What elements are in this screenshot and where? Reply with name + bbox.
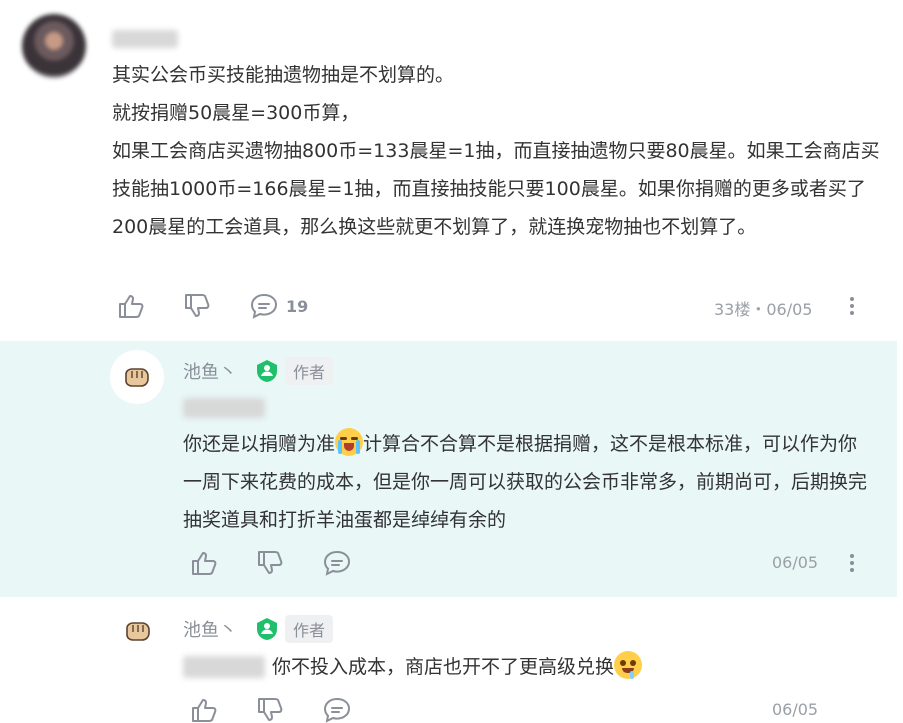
author-badge: 作者	[255, 615, 334, 643]
comment-line: 其实公会币买技能抽遗物抽是不划算的。	[112, 64, 455, 86]
thumbs-down-icon	[258, 698, 283, 721]
drooling-emoji-icon	[614, 651, 643, 679]
author-tag: 作者	[285, 615, 334, 643]
author-shield-icon	[257, 618, 277, 640]
reply-text: 你还是以捐赠为准 计算合不合算不是根据捐赠，这不是根本标准，可以作为你一周下来花费…	[183, 425, 873, 539]
dot-icon	[850, 561, 854, 565]
reply-more-options-button[interactable]	[842, 551, 862, 575]
author-tag: 作者	[285, 357, 334, 385]
comment-body: 其实公会币买技能抽遗物抽是不划算的。 就按捐赠50晨星=300币算， 如果工会商…	[112, 56, 882, 246]
dot-icon	[850, 297, 854, 301]
dot-icon	[850, 311, 854, 315]
reply-avatar[interactable]	[110, 350, 164, 404]
dot-icon	[850, 554, 854, 558]
reply-username[interactable]: 池鱼丶	[183, 358, 237, 384]
like-button[interactable]	[118, 293, 146, 319]
floor-and-date: 33楼・06/05	[714, 300, 813, 319]
reply-count: 19	[286, 296, 309, 316]
dislike-button[interactable]	[184, 293, 212, 319]
chat-bubble-icon	[323, 550, 351, 576]
reply2-text-wrap: 你不投入成本，商店也开不了更高级兑换	[272, 648, 872, 686]
dot-icon	[850, 304, 854, 308]
author-badge: 作者	[255, 357, 334, 385]
comment-line: 就按捐赠50晨星=300币算，	[112, 102, 360, 124]
comment-line: 如果工会商店买遗物抽800币=133晨星=1抽，而直接抽遗物只要80晨星。如果工…	[112, 140, 880, 238]
reply2-avatar[interactable]	[124, 620, 152, 646]
reply-like-button[interactable]	[191, 550, 219, 576]
reply2-username[interactable]: 池鱼丶	[183, 616, 237, 642]
author-shield-icon	[257, 360, 277, 382]
fist-avatar-icon	[126, 622, 150, 641]
chat-bubble-icon	[323, 697, 351, 723]
crying-emoji-icon	[335, 428, 364, 456]
dot-icon	[850, 568, 854, 572]
reply2-dislike-button[interactable]	[257, 697, 285, 723]
reply-to-name-blurred	[183, 398, 265, 418]
thumbs-down-icon	[258, 551, 283, 574]
reply-text-part: 你还是以捐赠为准	[183, 433, 336, 455]
mention-blurred[interactable]	[183, 656, 265, 678]
thumbs-down-icon	[185, 294, 210, 317]
commenter-avatar[interactable]	[22, 14, 86, 78]
thumbs-up-icon	[192, 552, 217, 575]
reply-dislike-button[interactable]	[257, 550, 285, 576]
reply2-date: 06/05	[772, 700, 819, 719]
chat-bubble-icon	[250, 293, 278, 319]
reply2-reply-button[interactable]	[323, 697, 351, 723]
fist-avatar-icon	[125, 368, 149, 387]
reply-date: 06/05	[772, 553, 819, 572]
reply2-text: 你不投入成本，商店也开不了更高级兑换	[272, 656, 615, 678]
thumbs-up-icon	[119, 295, 144, 318]
commenter-name-blurred[interactable]	[112, 30, 178, 48]
more-options-button[interactable]	[842, 294, 862, 318]
thumbs-up-icon	[192, 699, 217, 722]
reply-button[interactable]: 19	[250, 293, 308, 319]
reply2-like-button[interactable]	[191, 697, 219, 723]
reply-reply-button[interactable]	[323, 550, 351, 576]
